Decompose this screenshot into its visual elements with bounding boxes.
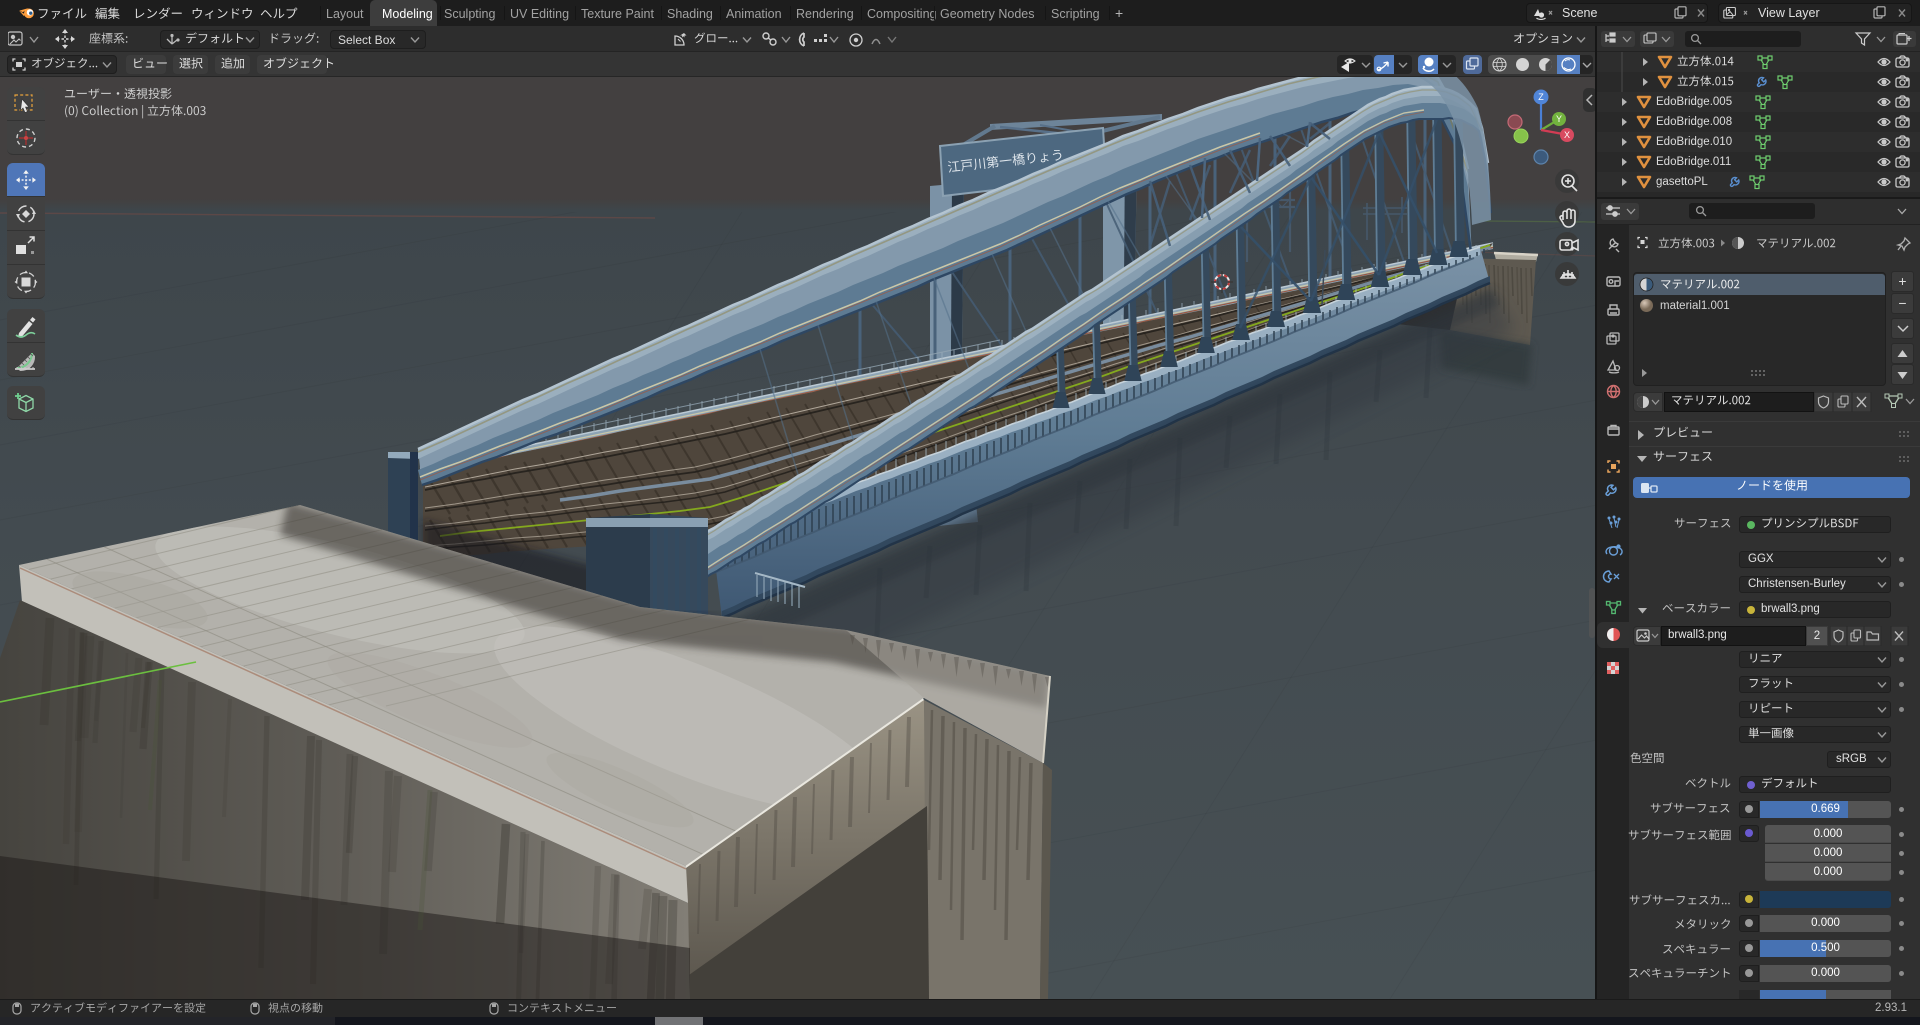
svg-text:X: X (1564, 130, 1570, 140)
svg-text:Y: Y (1556, 114, 1562, 124)
svg-text:Z: Z (1538, 92, 1544, 102)
